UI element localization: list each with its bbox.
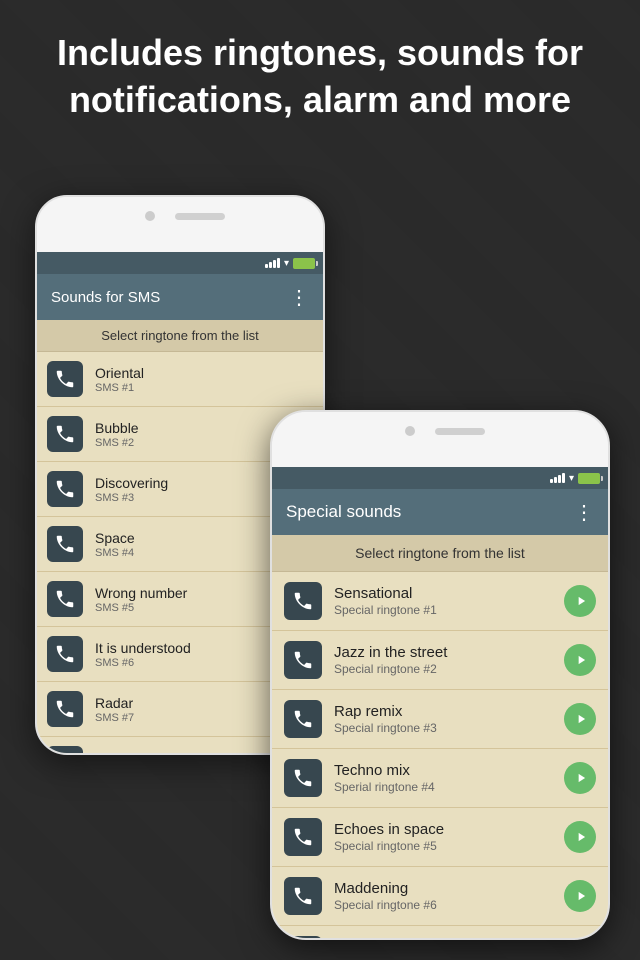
list-item[interactable]: Rap remix Special ringtone #3	[272, 690, 608, 749]
ringtone-info: Oriental SMS #1	[95, 365, 313, 394]
list-item[interactable]: Oriental SMS #1	[37, 352, 323, 407]
phone2-ringtone-list: Sensational Special ringtone #1 Jazz in …	[272, 572, 608, 940]
play-button[interactable]	[564, 585, 596, 617]
ringtone-info: Rap remix Special ringtone #3	[334, 703, 552, 735]
play-button[interactable]	[564, 880, 596, 912]
phone1-menu-icon[interactable]: ⋮	[289, 285, 309, 310]
ringtone-name: Creative melody	[334, 939, 552, 940]
ringtone-name: Jazz in the street	[334, 644, 552, 661]
phone1-wifi-icon: ▾	[284, 258, 289, 269]
ringtone-icon	[47, 471, 83, 507]
phone2-wifi-icon: ▾	[569, 473, 574, 484]
ringtone-sub: Sperial ringtone #4	[334, 780, 552, 794]
list-item[interactable]: Creative melody Special ringtone #7	[272, 926, 608, 940]
play-button[interactable]	[564, 821, 596, 853]
phone2-menu-icon[interactable]: ⋮	[574, 500, 594, 525]
phone2-battery	[578, 473, 600, 484]
play-button[interactable]	[564, 703, 596, 735]
ringtone-name: Maddening	[334, 880, 552, 897]
ringtone-name: Sensational	[334, 585, 552, 602]
phone2-speaker	[435, 428, 485, 435]
phone1-top-bar	[37, 197, 323, 252]
phone2-top-bar	[272, 412, 608, 467]
list-item[interactable]: Techno mix Sperial ringtone #4	[272, 749, 608, 808]
phone2-select-label: Select ringtone from the list	[272, 535, 608, 572]
ringtone-name: Techno mix	[334, 762, 552, 779]
ringtone-icon	[284, 759, 322, 797]
ringtone-info: Echoes in space Special ringtone #5	[334, 821, 552, 853]
ringtone-name: Oriental	[95, 365, 313, 381]
list-item[interactable]: Jazz in the street Special ringtone #2	[272, 631, 608, 690]
ringtone-info: Creative melody Special ringtone #7	[334, 939, 552, 940]
ringtone-info: Jazz in the street Special ringtone #2	[334, 644, 552, 676]
ringtone-sub: SMS #1	[95, 382, 313, 394]
ringtone-icon	[47, 636, 83, 672]
ringtone-info: Techno mix Sperial ringtone #4	[334, 762, 552, 794]
phone1-select-label: Select ringtone from the list	[37, 320, 323, 352]
list-item[interactable]: Echoes in space Special ringtone #5	[272, 808, 608, 867]
ringtone-icon	[47, 691, 83, 727]
list-item[interactable]: Sensational Special ringtone #1	[272, 572, 608, 631]
ringtone-icon	[284, 641, 322, 679]
phone2-camera	[405, 426, 415, 436]
phone1-status-bar: ▾	[37, 252, 323, 274]
play-button[interactable]	[564, 644, 596, 676]
ringtone-name: Echoes in space	[334, 821, 552, 838]
phone2: ▾ Special sounds ⋮ Select ringtone from …	[270, 410, 610, 940]
ringtone-icon	[47, 416, 83, 452]
ringtone-sub: Special ringtone #2	[334, 662, 552, 676]
ringtone-sub: Special ringtone #3	[334, 721, 552, 735]
phone1-signal-icon	[265, 258, 280, 268]
ringtone-icon	[47, 526, 83, 562]
phone1-app-header: Sounds for SMS ⋮	[37, 274, 323, 320]
ringtone-icon	[284, 818, 322, 856]
ringtone-sub: Special ringtone #5	[334, 839, 552, 853]
ringtone-sub: Special ringtone #6	[334, 898, 552, 912]
ringtone-info: Sensational Special ringtone #1	[334, 585, 552, 617]
header-text: Includes ringtones, sounds for notificat…	[0, 30, 640, 124]
phone2-app-title: Special sounds	[286, 502, 401, 522]
ringtone-sub: Special ringtone #1	[334, 603, 552, 617]
ringtone-icon	[47, 361, 83, 397]
ringtone-info: Maddening Special ringtone #6	[334, 880, 552, 912]
phone1-camera	[145, 211, 155, 221]
phone2-status-bar: ▾	[272, 467, 608, 489]
phone2-app-header: Special sounds ⋮	[272, 489, 608, 535]
phone1-speaker	[175, 213, 225, 220]
phone1-app-title: Sounds for SMS	[51, 289, 160, 306]
ringtone-icon	[284, 877, 322, 915]
ringtone-icon	[284, 582, 322, 620]
phone1-battery	[293, 258, 315, 269]
ringtone-icon	[284, 700, 322, 738]
list-item[interactable]: Maddening Special ringtone #6	[272, 867, 608, 926]
phone2-signal-icon	[550, 473, 565, 483]
ringtone-icon	[47, 581, 83, 617]
play-button[interactable]	[564, 762, 596, 794]
ringtone-name: Rap remix	[334, 703, 552, 720]
